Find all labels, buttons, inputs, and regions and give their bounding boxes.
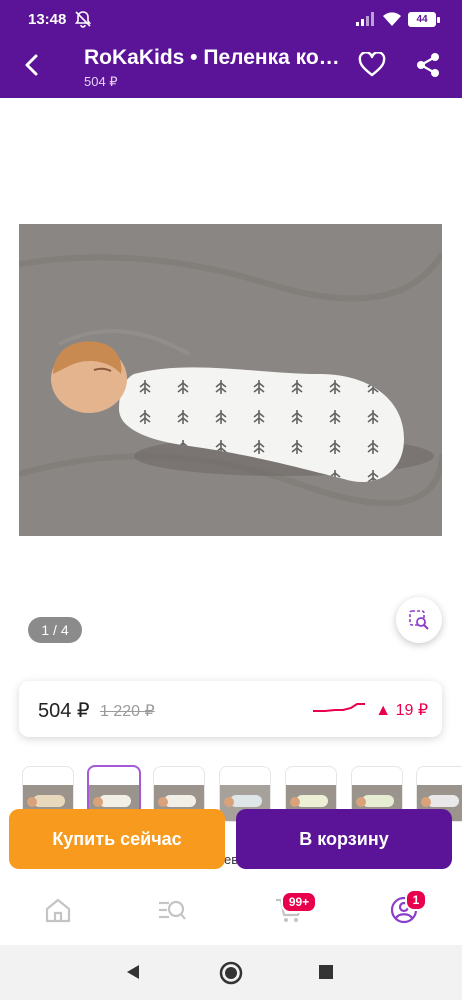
profile-badge: 1 — [405, 889, 427, 911]
product-title: RoKaKids • Пеленка кокон на молнии — [84, 46, 344, 69]
wifi-icon — [383, 12, 401, 26]
system-recents-icon[interactable] — [318, 964, 334, 980]
catalog-icon[interactable] — [157, 895, 187, 925]
home-icon[interactable] — [43, 895, 73, 925]
baby-swaddle-image — [19, 224, 442, 536]
back-arrow-icon[interactable] — [20, 52, 46, 78]
cart-badge: 99+ — [281, 891, 317, 913]
old-price: 1 220 ₽ — [100, 703, 155, 720]
price-change: ▲ 19 ₽ — [375, 702, 428, 719]
gallery-counter: 1 / 4 — [28, 617, 82, 643]
bottom-navigation: 99+ 1 — [0, 875, 462, 945]
system-navigation-bar — [0, 945, 462, 1000]
visual-search-button[interactable] — [396, 597, 442, 643]
system-home-icon[interactable] — [219, 961, 243, 985]
status-bar: 13:48 44 — [0, 0, 462, 38]
image-search-icon — [409, 610, 429, 630]
header-price: 504 ₽ — [84, 74, 118, 89]
product-photo[interactable] — [19, 224, 442, 536]
price-trend-sparkline — [313, 703, 365, 712]
signal-icon — [356, 12, 374, 26]
current-price: 504 ₽ — [38, 700, 90, 722]
system-back-icon[interactable] — [124, 963, 142, 981]
add-to-cart-button[interactable]: В корзину — [236, 809, 452, 869]
favorite-heart-icon[interactable] — [358, 52, 386, 78]
price-card[interactable]: 504 ₽ 1 220 ₽ ▲ 19 ₽ — [19, 681, 442, 737]
battery-indicator: 44 — [408, 12, 440, 27]
notifications-muted-icon — [74, 11, 92, 28]
app-header: 13:48 44 RoKaKids • Пеленка кокон на мол… — [0, 0, 462, 98]
buy-now-button[interactable]: Купить сейчас — [9, 809, 225, 869]
status-time: 13:48 — [28, 11, 67, 28]
share-icon[interactable] — [414, 51, 442, 79]
